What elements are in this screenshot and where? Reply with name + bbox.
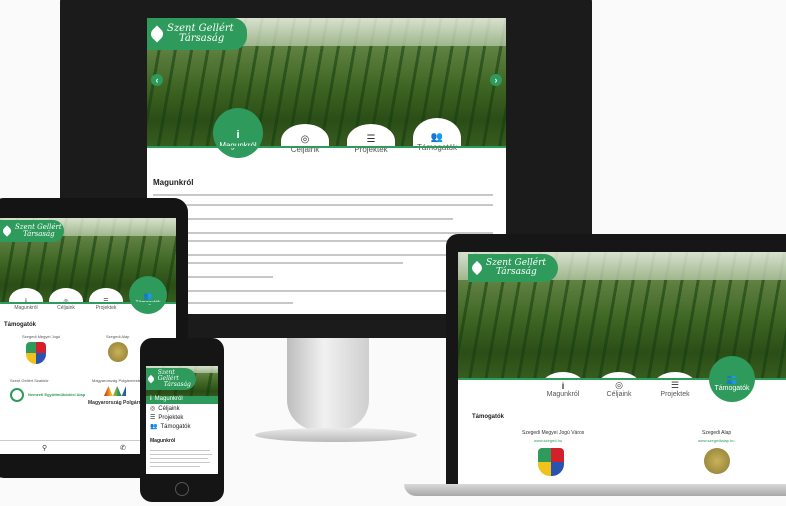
- info-icon: i: [236, 129, 240, 141]
- tab-celjaink[interactable]: ◎ Céljaink: [49, 288, 83, 314]
- mobile-menu-tamogatok[interactable]: 👥 Támogatók: [150, 423, 191, 431]
- tab-label: Projektek: [660, 391, 690, 398]
- page-title: Magunkról: [150, 438, 176, 444]
- prev-slide-button[interactable]: ‹: [151, 74, 163, 86]
- leaf-icon: [146, 374, 156, 384]
- logo-line2: Társaság: [163, 381, 191, 389]
- sponsor-label: Szegedi Megyei Jogú: [22, 334, 61, 339]
- phone-home-button[interactable]: [175, 482, 189, 496]
- sponsor-seal: [108, 342, 128, 362]
- sponsor-crest: [26, 342, 46, 364]
- logo-line2: Társaság: [23, 230, 55, 238]
- section-title: Támogatók: [4, 322, 37, 328]
- sponsor-link[interactable]: www.szegedialap.hu: [698, 438, 734, 443]
- sponsor-label: Magyarország Polgármesteri: [92, 378, 144, 383]
- sponsor-link[interactable]: www.szeged.hu: [534, 438, 562, 443]
- list-icon: ☰: [670, 380, 680, 390]
- tab-label: Céljaink: [606, 391, 632, 398]
- phone-icon[interactable]: ✆: [120, 444, 126, 452]
- tab-magunkrol[interactable]: i Magunkról: [9, 288, 43, 314]
- leaf-icon: [469, 260, 485, 276]
- people-icon: 👥: [430, 132, 444, 143]
- tab-tamogatok[interactable]: 👥 Támogatók: [413, 118, 461, 158]
- laptop-tab-bar: i Magunkról ◎ Céljaink ☰ Projektek 👥 Tám…: [498, 352, 786, 402]
- laptop-device: Szent Gellért Társaság i Magunkról ◎ Célj…: [446, 234, 786, 484]
- phone-device: Szent Gellért Társaság i Magunkról ◎ Céljai…: [140, 338, 224, 502]
- sponsor-label: Nemzeti Együttműködési Alap: [28, 392, 86, 397]
- target-icon: ◎: [150, 406, 156, 412]
- laptop-base: [404, 484, 786, 496]
- tab-magunkrol[interactable]: i Magunkról: [213, 108, 263, 158]
- tab-label: Projektek: [95, 305, 117, 311]
- monitor-stand: [287, 338, 369, 430]
- laptop-screen: Szent Gellért Társaság i Magunkról ◎ Célj…: [458, 252, 786, 484]
- tablet-tab-bar: i Magunkról ◎ Céljaink ☰ Projektek 👥 Tám…: [0, 274, 176, 314]
- info-icon: i: [561, 381, 565, 391]
- phone-screen: Szent Gellért Társaság i Magunkról ◎ Céljai…: [146, 366, 218, 474]
- menu-label: Projektek: [158, 414, 184, 421]
- list-icon: ☰: [150, 415, 156, 421]
- tab-celjaink[interactable]: ◎ Céljaink: [597, 372, 641, 402]
- target-icon: ◎: [300, 134, 310, 145]
- tab-label: Céljaink: [57, 305, 75, 311]
- sponsor-logo: [10, 388, 24, 402]
- menu-label: Céljaink: [158, 405, 180, 412]
- desktop-tab-bar: i Magunkról ◎ Céljaink ☰ Projektek 👥 Tám…: [187, 108, 487, 158]
- leaf-icon: [1, 225, 13, 237]
- site-logo[interactable]: Szent Gellért Társaság: [0, 220, 64, 242]
- menu-label: Támogatók: [160, 423, 191, 430]
- tab-underline: [0, 302, 176, 304]
- tab-label: Magunkról: [546, 391, 580, 398]
- tab-label: Magunkról: [14, 305, 38, 311]
- sponsor-label: Szent Gellért Szakkör: [10, 378, 49, 383]
- info-icon: i: [150, 396, 152, 402]
- section-title: Támogatók: [472, 414, 505, 420]
- leaf-icon: [148, 25, 166, 43]
- list-icon: ☰: [366, 134, 376, 145]
- page-title: Magunkról: [153, 178, 194, 187]
- tab-projektek[interactable]: ☰ Projektek: [89, 288, 123, 314]
- menu-label: Magunkról: [154, 396, 183, 402]
- mobile-menu-celjaink[interactable]: ◎ Céljaink: [150, 405, 180, 413]
- tab-projektek[interactable]: ☰ Projektek: [347, 124, 395, 158]
- site-logo[interactable]: Szent Gellért Társaság: [468, 254, 558, 282]
- logo-line2: Társaság: [179, 33, 225, 44]
- next-slide-button[interactable]: ›: [490, 74, 502, 86]
- tab-celjaink[interactable]: ◎ Céljaink: [281, 124, 329, 158]
- site-logo[interactable]: Szent Gellért Társaság: [146, 368, 196, 390]
- tab-label: Támogatók: [714, 385, 750, 392]
- tab-underline: [458, 378, 786, 380]
- tab-magunkrol[interactable]: i Magunkról: [541, 372, 585, 402]
- sponsor-name: Szegedi Alap: [702, 430, 732, 436]
- responsive-showcase: Szent GellértTársaság ‹ › i Magunkról ◎ …: [0, 0, 786, 506]
- mobile-menu-projektek[interactable]: ☰ Projektek: [150, 414, 184, 422]
- monitor-base: [255, 428, 417, 442]
- logo-line2: Társaság: [496, 267, 537, 277]
- mobile-menu-magunkrol[interactable]: i Magunkról: [150, 396, 183, 402]
- target-icon: ◎: [615, 380, 623, 390]
- people-icon: 👥: [143, 293, 153, 300]
- site-logo[interactable]: Szent Gellért Társaság: [147, 18, 247, 50]
- sponsor-logo: [104, 386, 126, 396]
- tab-tamogatok[interactable]: 👥 Támogatók: [129, 276, 167, 314]
- people-icon: 👥: [150, 424, 158, 430]
- location-icon[interactable]: ⚲: [42, 444, 47, 452]
- sponsor-crest: [538, 448, 564, 476]
- tab-underline: [147, 146, 506, 148]
- sponsor-name: Szegedi Megyei Jogú Város: [522, 430, 585, 436]
- sponsor-label: Szegedi Alap: [106, 334, 130, 339]
- sponsor-seal: [704, 448, 730, 474]
- tab-projektek[interactable]: ☰ Projektek: [653, 372, 697, 402]
